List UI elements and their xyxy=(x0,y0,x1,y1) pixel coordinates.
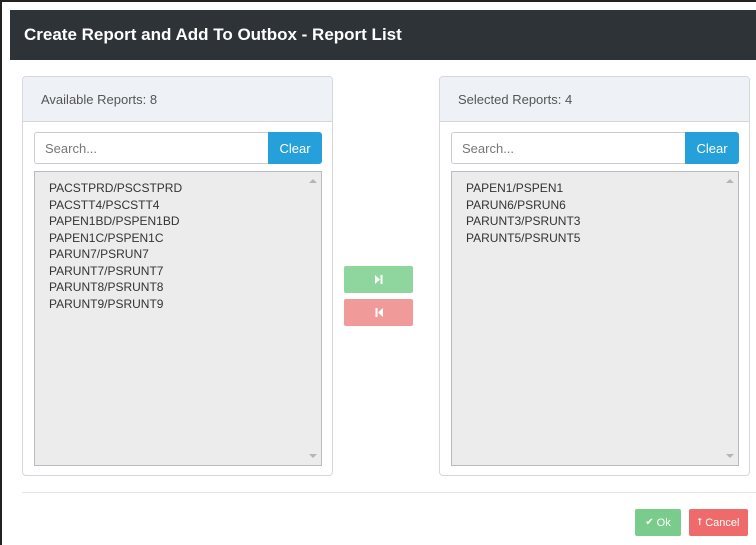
upload-icon: ⭡ xyxy=(697,517,703,528)
ok-button[interactable]: ✔ Ok xyxy=(635,509,681,536)
available-search-input[interactable] xyxy=(34,132,268,164)
cancel-button[interactable]: ⭡ Cancel xyxy=(689,509,748,536)
report-list-item[interactable]: PARUNT8/PSRUNT8 xyxy=(49,279,321,296)
available-reports-panel: Available Reports: 8 Clear PACSTPRD/PSCS… xyxy=(22,76,333,476)
dialog-title: Create Report and Add To Outbox - Report… xyxy=(24,25,402,44)
check-icon: ✔ xyxy=(645,517,654,528)
report-list-item[interactable]: PACSTT4/PSCSTT4 xyxy=(49,197,321,214)
selected-reports-header: Selected Reports: 4 xyxy=(440,77,749,122)
scroll-up-arrow-icon[interactable] xyxy=(309,179,317,183)
step-backward-icon xyxy=(375,308,383,317)
move-to-available-button[interactable] xyxy=(344,299,413,326)
available-reports-header: Available Reports: 8 xyxy=(23,77,332,122)
available-search-group: Clear xyxy=(34,132,322,164)
move-to-selected-button[interactable] xyxy=(344,266,413,293)
report-list-item[interactable]: PARUNT3/PSRUNT3 xyxy=(466,213,738,230)
cancel-label: Cancel xyxy=(705,516,740,529)
report-list-item[interactable]: PAPEN1/PSPEN1 xyxy=(466,180,738,197)
report-list-item[interactable]: PAPEN1C/PSPEN1C xyxy=(49,230,321,247)
report-list-item[interactable]: PARUN6/PSRUN6 xyxy=(466,197,738,214)
report-list-item[interactable]: PAPEN1BD/PSPEN1BD xyxy=(49,213,321,230)
selected-clear-button[interactable]: Clear xyxy=(685,132,739,164)
step-forward-icon xyxy=(374,275,382,284)
dialog-title-bar: Create Report and Add To Outbox - Report… xyxy=(10,10,756,60)
ok-label: Ok xyxy=(656,516,671,529)
scroll-up-arrow-icon[interactable] xyxy=(726,179,734,183)
report-list-item[interactable]: PARUNT7/PSRUNT7 xyxy=(49,263,321,280)
available-reports-count: Available Reports: 8 xyxy=(41,91,158,107)
available-clear-button[interactable]: Clear xyxy=(268,132,322,164)
report-list-item[interactable]: PARUNT9/PSRUNT9 xyxy=(49,296,321,313)
report-list-item[interactable]: PACSTPRD/PSCSTPRD xyxy=(49,180,321,197)
selected-reports-panel: Selected Reports: 4 Clear PAPEN1/PSPEN1P… xyxy=(439,76,750,476)
selected-search-input[interactable] xyxy=(451,132,685,164)
footer-divider xyxy=(22,492,756,493)
scroll-down-arrow-icon[interactable] xyxy=(309,454,317,458)
selected-search-group: Clear xyxy=(451,132,739,164)
scroll-down-arrow-icon[interactable] xyxy=(726,454,734,458)
selected-reports-list[interactable]: PAPEN1/PSPEN1 PARUN6/PSRUN6 PARUNT3/PSRUNT… xyxy=(451,171,739,466)
report-list-item[interactable]: PARUN7/PSRUN7 xyxy=(49,246,321,263)
available-reports-list[interactable]: PACSTPRD/PSCSTPRD PACSTT4/PSCSTT4 PAPEN1BD… xyxy=(34,171,322,466)
selected-reports-count: Selected Reports: 4 xyxy=(458,91,573,107)
report-list-item[interactable]: PARUNT5/PSRUNT5 xyxy=(466,230,738,247)
